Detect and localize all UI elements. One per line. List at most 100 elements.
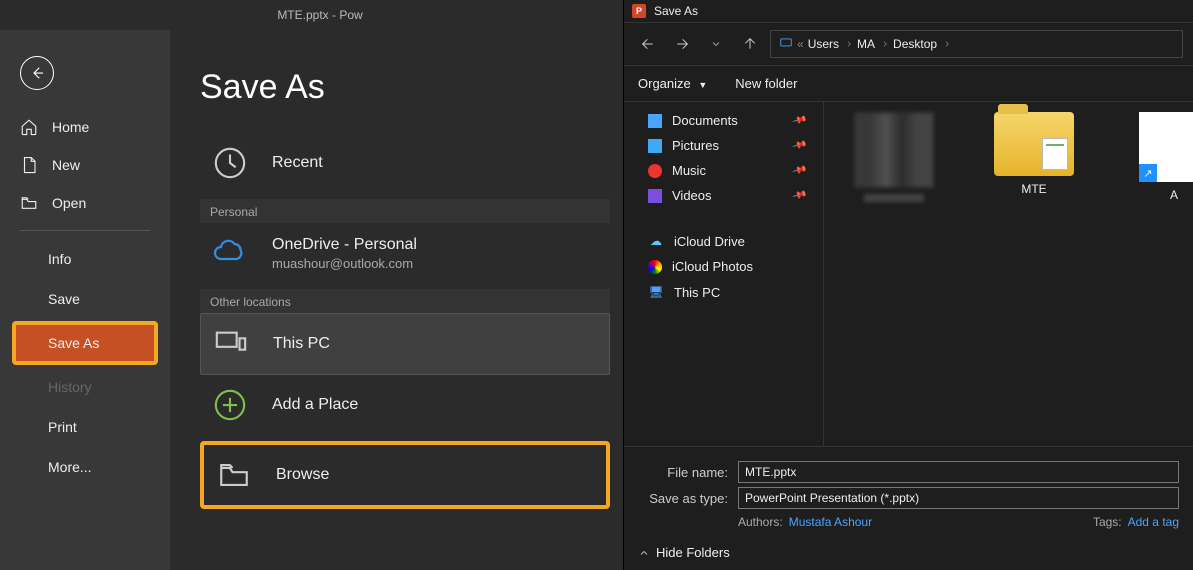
location-recent-label: Recent: [272, 154, 323, 172]
nav-history: History: [0, 367, 170, 407]
dialog-footer: File name: Save as type: Authors: Mustaf…: [624, 446, 1193, 535]
chevron-up-icon: [638, 547, 650, 559]
documents-icon: [648, 114, 662, 128]
backstage-content: Save As Recent Personal OneDrive - Perso…: [170, 30, 640, 570]
pin-icon[interactable]: 📌: [791, 163, 807, 179]
redacted-thumbnail: [854, 112, 934, 188]
dialog-toolbar: Organize ▼ New folder: [624, 66, 1193, 102]
nav-back-button[interactable]: [634, 30, 662, 58]
location-add-place[interactable]: Add a Place: [200, 375, 610, 435]
nav-open-label: Open: [52, 195, 86, 211]
pin-icon[interactable]: 📌: [791, 138, 807, 154]
tree-videos[interactable]: Videos 📌: [624, 183, 823, 208]
redacted-label: [864, 194, 924, 202]
location-onedrive[interactable]: OneDrive - Personal muashour@outlook.com: [200, 223, 610, 283]
nav-print[interactable]: Print: [0, 407, 170, 447]
videos-icon: [648, 189, 662, 203]
nav-open[interactable]: Open: [0, 184, 170, 222]
chevron-right-icon: [881, 40, 889, 48]
dialog-titlebar: P Save As: [624, 0, 1193, 22]
organize-menu[interactable]: Organize ▼: [638, 76, 707, 91]
this-pc-icon: [211, 324, 251, 364]
file-icon: [20, 156, 38, 174]
breadcrumb-root: «: [797, 37, 804, 51]
pin-icon[interactable]: 📌: [791, 113, 807, 129]
nav-save-as[interactable]: Save As: [12, 321, 158, 365]
authors-label: Authors:: [738, 515, 783, 529]
file-item-folder-mte[interactable]: MTE: [974, 112, 1094, 196]
nav-divider: [20, 230, 150, 231]
nav-home[interactable]: Home: [0, 108, 170, 146]
tree-icloud-drive[interactable]: ☁ iCloud Drive: [624, 228, 823, 254]
onedrive-sub: muashour@outlook.com: [272, 256, 417, 271]
open-folder-icon: [20, 194, 38, 212]
location-this-pc-label: This PC: [273, 335, 330, 353]
location-browse[interactable]: Browse: [204, 445, 606, 505]
clock-icon: [210, 143, 250, 183]
nav-save[interactable]: Save: [0, 279, 170, 319]
icloud-drive-icon: ☁: [648, 233, 664, 249]
shortcut-thumbnail: ↗: [1139, 112, 1193, 182]
powerpoint-icon: P: [632, 4, 646, 18]
nav-new-label: New: [52, 157, 80, 173]
nav-recent-dropdown[interactable]: [702, 30, 730, 58]
breadcrumb-users[interactable]: Users: [808, 37, 853, 51]
ppt-title-text: MTE.pptx - Pow: [277, 8, 362, 22]
browse-folder-icon: [214, 455, 254, 495]
dialog-nav-row: « Users MA Desktop: [624, 22, 1193, 66]
file-name-label: File name:: [638, 465, 728, 480]
chevron-right-icon: [943, 40, 951, 48]
address-bar[interactable]: « Users MA Desktop: [770, 30, 1183, 58]
icloud-photos-icon: [648, 260, 662, 274]
nav-info[interactable]: Info: [0, 239, 170, 279]
section-other: Other locations: [200, 289, 610, 313]
tree-pictures[interactable]: Pictures 📌: [624, 133, 823, 158]
tree-music[interactable]: Music 📌: [624, 158, 823, 183]
tags-label: Tags:: [1093, 515, 1122, 529]
back-button[interactable]: [20, 56, 54, 90]
dialog-file-pane[interactable]: MTE ↗ A: [824, 102, 1193, 446]
pin-icon[interactable]: 📌: [791, 188, 807, 204]
file-item-shortcut[interactable]: ↗ A: [1114, 112, 1193, 202]
authors-value[interactable]: Mustafa Ashour: [789, 515, 872, 529]
chevron-right-icon: [845, 40, 853, 48]
powerpoint-backstage: MTE.pptx - Pow Home New: [0, 0, 640, 570]
nav-home-label: Home: [52, 119, 89, 135]
breadcrumb-desktop[interactable]: Desktop: [893, 37, 951, 51]
nav-new[interactable]: New: [0, 146, 170, 184]
folder-icon: [994, 112, 1074, 176]
nav-up-button[interactable]: [736, 30, 764, 58]
onedrive-title: OneDrive - Personal: [272, 236, 417, 254]
shortcut-label: A: [1170, 188, 1178, 202]
this-pc-tree-icon: 🖥: [648, 284, 664, 300]
music-icon: [648, 164, 662, 178]
pictures-icon: [648, 139, 662, 153]
pc-glyph-icon: [779, 36, 793, 53]
tree-this-pc[interactable]: 🖥 This PC: [624, 279, 823, 305]
shortcut-arrow-icon: ↗: [1139, 164, 1157, 182]
nav-more[interactable]: More...: [0, 447, 170, 487]
dialog-title: Save As: [654, 4, 698, 18]
folder-label: MTE: [1021, 182, 1046, 196]
hide-folders-toggle[interactable]: Hide Folders: [638, 545, 730, 560]
new-folder-button[interactable]: New folder: [735, 76, 797, 91]
saveas-dialog: P Save As « Users MA: [623, 0, 1193, 570]
tree-documents[interactable]: Documents 📌: [624, 108, 823, 133]
nav-forward-button[interactable]: [668, 30, 696, 58]
tree-icloud-photos[interactable]: iCloud Photos: [624, 254, 823, 279]
breadcrumb-ma[interactable]: MA: [857, 37, 889, 51]
dialog-tree: Documents 📌 Pictures 📌 Music 📌 Videos 📌 …: [624, 102, 824, 446]
file-name-input[interactable]: [738, 461, 1179, 483]
location-browse-label: Browse: [276, 466, 329, 484]
location-this-pc[interactable]: This PC: [200, 313, 610, 375]
save-type-label: Save as type:: [638, 491, 728, 506]
backstage-nav: Home New Open Info Save Save As History …: [0, 30, 170, 570]
tags-value[interactable]: Add a tag: [1128, 515, 1179, 529]
save-type-dropdown[interactable]: [738, 487, 1179, 509]
file-item-redacted-1[interactable]: [834, 112, 954, 202]
location-add-place-label: Add a Place: [272, 396, 358, 414]
location-recent[interactable]: Recent: [200, 133, 610, 193]
home-icon: [20, 118, 38, 136]
chevron-down-icon: ▼: [698, 80, 707, 90]
ppt-titlebar: MTE.pptx - Pow: [0, 0, 640, 30]
